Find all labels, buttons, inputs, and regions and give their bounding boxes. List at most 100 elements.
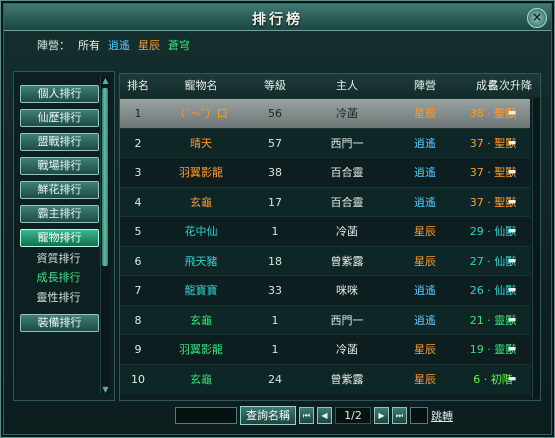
page-indicator: 1/2 bbox=[335, 407, 371, 424]
faction-filter-label: 陣營： bbox=[37, 39, 70, 52]
table-row[interactable]: 9 羽翼影龍 1 冷菡 星辰 19 · 靈獸 ▬ bbox=[120, 334, 530, 364]
sidebar-sub-growth[interactable]: 成長排行 bbox=[20, 270, 97, 286]
table-scrollbar[interactable] bbox=[532, 98, 540, 398]
filter-option-cangqiong[interactable]: 蒼穹 bbox=[168, 37, 190, 53]
table-row[interactable]: 4 玄龜 17 百合靈 逍遙 37 · 聖獸 ▬ bbox=[120, 186, 530, 217]
faction-cell: 逍遙 bbox=[414, 195, 436, 209]
owner-cell: 百合靈 bbox=[330, 166, 364, 179]
rank-cell: 2 bbox=[134, 136, 142, 150]
pet-name-cell: 晴天 bbox=[190, 136, 212, 150]
level-cell: 38 bbox=[268, 166, 282, 179]
filter-option-all[interactable]: 所有 bbox=[78, 37, 100, 53]
category-sidebar: 個人排行 仙歷排行 盟戰排行 戰場排行 鮮花排行 霸主排行 寵物排行 資質排行 … bbox=[13, 71, 115, 401]
header-pet-name[interactable]: 寵物名 bbox=[156, 74, 246, 98]
pet-name-cell: 飛天豬 bbox=[184, 254, 218, 268]
pet-name-cell: 羽翼影龍 bbox=[179, 343, 223, 356]
header-rank-change[interactable]: 名次升降 bbox=[480, 74, 540, 98]
sidebar-btn-personal[interactable]: 個人排行 bbox=[20, 85, 99, 103]
table-row[interactable]: 2 晴天 57 西門一 逍遙 37 · 聖獸 ▬ bbox=[120, 127, 530, 158]
faction-cell: 星辰 bbox=[414, 107, 436, 120]
rank-cell: 5 bbox=[134, 225, 142, 238]
sidebar-sub-aptitude[interactable]: 資質排行 bbox=[20, 251, 97, 267]
pet-name-cell: 玄龜 bbox=[190, 195, 212, 209]
rank-change-icon: ▬ bbox=[507, 196, 517, 207]
last-page-icon[interactable]: ⏭ bbox=[392, 407, 407, 424]
jump-page-input[interactable] bbox=[410, 407, 428, 424]
filter-option-xingchen[interactable]: 星辰 bbox=[138, 37, 160, 53]
table-row[interactable]: 3 羽翼影龍 38 百合靈 逍遙 37 · 聖獸 ▬ bbox=[120, 157, 530, 187]
rank-change-icon: ▬ bbox=[507, 226, 517, 236]
rank-change-icon: ▬ bbox=[507, 108, 517, 118]
rank-change-icon: ▬ bbox=[507, 137, 517, 148]
sidebar-btn-equipment[interactable]: 裝備排行 bbox=[20, 314, 99, 332]
sidebar-btn-overlord[interactable]: 霸主排行 bbox=[20, 205, 99, 223]
sidebar-btn-xianli[interactable]: 仙歷排行 bbox=[20, 109, 99, 127]
rank-change-icon: ▬ bbox=[507, 344, 517, 354]
jump-button[interactable]: 跳轉 bbox=[431, 408, 453, 424]
owner-cell: 咪咪 bbox=[336, 284, 358, 297]
table-row[interactable]: 1 （¯¬¯）口 56 冷菡 星辰 38 · 聖獸 ▬ bbox=[120, 98, 530, 128]
window-title: 排行榜 bbox=[252, 12, 303, 28]
first-page-icon[interactable]: ⏮ bbox=[299, 407, 314, 424]
table-row[interactable]: 7 龍寶寶 33 咪咪 逍遙 26 · 仙獸 ▬ bbox=[120, 275, 530, 305]
faction-cell: 星辰 bbox=[414, 225, 436, 238]
rank-cell: 7 bbox=[134, 284, 142, 297]
level-cell: 18 bbox=[268, 254, 282, 268]
sidebar-btn-pets[interactable]: 寵物排行 bbox=[20, 229, 99, 247]
header-level[interactable]: 等級 bbox=[246, 74, 304, 98]
faction-cell: 逍遙 bbox=[414, 136, 436, 150]
footer-bar: 查詢名稱 ⏮ ◀ 1/2 ▶ ⏭ 跳轉 bbox=[175, 406, 453, 425]
level-cell: 17 bbox=[268, 195, 282, 209]
faction-cell: 星辰 bbox=[414, 372, 436, 386]
level-cell: 1 bbox=[271, 225, 279, 238]
sidebar-scrollbar[interactable]: ▲ ▼ bbox=[100, 76, 110, 394]
owner-cell: 百合靈 bbox=[330, 195, 364, 209]
sidebar-scroll-thumb[interactable] bbox=[102, 88, 108, 266]
rank-cell: 9 bbox=[134, 343, 142, 356]
table-header: 排名 寵物名 等級 主人 陣營 成長 名次升降 bbox=[120, 74, 540, 98]
rank-cell: 3 bbox=[134, 166, 142, 179]
sidebar-btn-battlefield[interactable]: 戰場排行 bbox=[20, 157, 99, 175]
search-name-input[interactable] bbox=[175, 407, 237, 424]
scroll-down-icon[interactable]: ▼ bbox=[101, 385, 110, 394]
faction-cell: 星辰 bbox=[414, 343, 436, 356]
rank-change-icon: ▬ bbox=[507, 285, 517, 295]
rank-change-icon: ▬ bbox=[507, 373, 517, 384]
table-row[interactable]: 5 花中仙 1 冷菡 星辰 29 · 仙獸 ▬ bbox=[120, 216, 530, 246]
scroll-up-icon[interactable]: ▲ bbox=[101, 76, 110, 85]
pet-name-cell: 花中仙 bbox=[184, 225, 218, 238]
pet-name-cell: 龍寶寶 bbox=[184, 284, 218, 297]
rank-change-icon: ▬ bbox=[507, 167, 517, 177]
sidebar-btn-flowers[interactable]: 鮮花排行 bbox=[20, 181, 99, 199]
table-row[interactable]: 6 飛天豬 18 曾紫露 星辰 27 · 仙獸 ▬ bbox=[120, 245, 530, 276]
search-name-button[interactable]: 查詢名稱 bbox=[240, 406, 296, 425]
faction-filter: 陣營： 所有 逍遙 星辰 蒼穹 bbox=[37, 37, 190, 53]
header-faction[interactable]: 陣營 bbox=[390, 74, 460, 98]
table-row[interactable]: 8 玄龜 1 西門一 逍遙 21 · 靈獸 ▬ bbox=[120, 304, 530, 335]
ranking-table: 排名 寵物名 等級 主人 陣營 成長 名次升降 1 （¯¬¯）口 56 冷菡 星辰 38 … bbox=[119, 73, 541, 401]
sidebar-sub-spirit[interactable]: 靈性排行 bbox=[20, 290, 97, 306]
filter-option-xiaoyao[interactable]: 逍遙 bbox=[108, 37, 130, 53]
sidebar-btn-alliance-war[interactable]: 盟戰排行 bbox=[20, 133, 99, 151]
rank-change-icon: ▬ bbox=[507, 314, 517, 325]
rank-cell: 6 bbox=[134, 254, 142, 268]
owner-cell: 冷菡 bbox=[336, 225, 358, 238]
table-row[interactable]: 10 玄龜 24 曾紫露 星辰 6 · 初階 ▬ bbox=[120, 363, 530, 394]
prev-page-icon[interactable]: ◀ bbox=[317, 407, 332, 424]
rank-cell: 1 bbox=[134, 107, 142, 120]
next-page-icon[interactable]: ▶ bbox=[374, 407, 389, 424]
owner-cell: 西門一 bbox=[330, 313, 364, 327]
owner-cell: 冷菡 bbox=[336, 343, 358, 356]
faction-cell: 逍遙 bbox=[414, 284, 436, 297]
header-owner[interactable]: 主人 bbox=[304, 74, 390, 98]
level-cell: 33 bbox=[268, 284, 282, 297]
pet-name-cell: 羽翼影龍 bbox=[179, 166, 223, 179]
owner-cell: 西門一 bbox=[330, 136, 364, 150]
rank-cell: 4 bbox=[134, 195, 142, 209]
rank-change-icon: ▬ bbox=[507, 255, 517, 266]
close-button[interactable]: × bbox=[527, 8, 547, 28]
header-rank[interactable]: 排名 bbox=[122, 74, 154, 98]
title-bar: 排行榜 × bbox=[4, 4, 551, 31]
rank-cell: 10 bbox=[131, 372, 145, 386]
owner-cell: 曾紫露 bbox=[330, 254, 364, 268]
